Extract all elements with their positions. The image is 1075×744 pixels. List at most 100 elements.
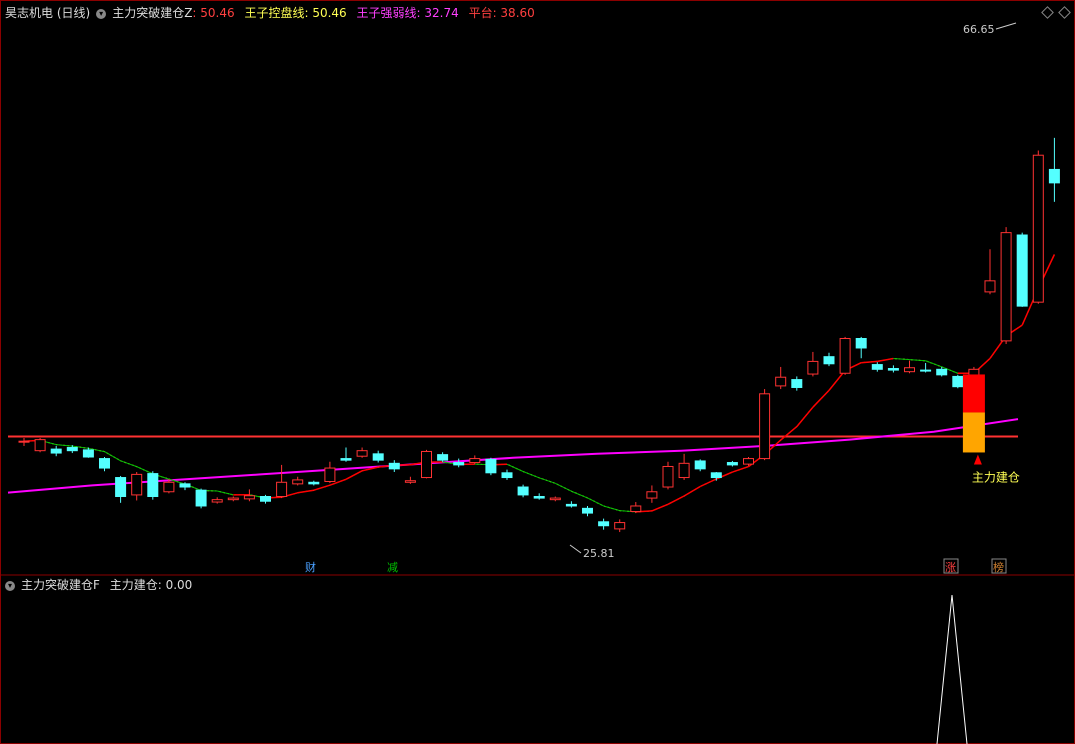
candle-body	[50, 448, 62, 454]
candle-body	[1000, 232, 1012, 342]
candle-body	[517, 486, 529, 496]
control-line-rising	[313, 484, 331, 491]
candle-body	[1032, 154, 1044, 303]
control-line-falling	[555, 482, 572, 492]
candle-body	[453, 462, 465, 466]
control-line-falling	[522, 471, 540, 479]
control-line-rising	[667, 495, 685, 505]
event-marker: 涨	[945, 561, 956, 574]
control-line-rising	[345, 470, 363, 480]
control-line-rising	[683, 485, 701, 497]
candle-body	[82, 449, 94, 458]
control-line-falling	[587, 497, 604, 507]
candle-body	[18, 440, 30, 443]
candle-body	[276, 481, 288, 497]
control-line-falling	[136, 466, 154, 475]
candle-body	[678, 462, 690, 479]
control-line-rising	[732, 465, 749, 473]
candle-body	[501, 472, 513, 479]
control-line-falling	[571, 490, 588, 499]
candle-body	[871, 364, 883, 370]
control-line-rising	[780, 426, 798, 441]
candle-body	[179, 483, 191, 488]
candle-body	[66, 447, 78, 452]
candle-body	[646, 491, 658, 499]
candle-body	[952, 375, 964, 388]
sub-indicator-value: 主力建仓: 0.00	[109, 578, 193, 592]
candle-body	[887, 368, 899, 371]
candle-body	[694, 460, 706, 470]
candle-body	[726, 462, 738, 466]
candle-body	[372, 453, 384, 461]
candle-body	[115, 477, 127, 498]
signal-bar-orange	[962, 412, 985, 453]
strength-line	[7, 418, 1019, 494]
control-line-falling	[539, 477, 556, 484]
candle-body	[356, 450, 368, 457]
sub-signal-spike	[936, 594, 968, 744]
candle-body	[565, 503, 577, 507]
candle-body	[1048, 168, 1060, 184]
candle-body	[855, 338, 867, 349]
candle-body	[662, 465, 674, 488]
candle-body	[324, 467, 336, 482]
control-line-falling	[217, 490, 234, 496]
candle-body	[807, 360, 819, 375]
event-marker: 减	[387, 561, 398, 574]
candle-body	[388, 462, 400, 470]
control-line-falling	[603, 505, 620, 512]
control-line-rising	[699, 478, 717, 488]
candle-body	[195, 489, 207, 507]
control-line-rising	[651, 503, 669, 512]
candle-body	[533, 496, 545, 499]
candle-body	[340, 458, 352, 461]
candle-body	[823, 356, 835, 365]
control-line	[23, 254, 1055, 513]
event-marker: 财	[305, 560, 316, 574]
control-line-rising	[297, 489, 314, 494]
sub-header: ▾ 主力突破建仓F 主力建仓: 0.00	[5, 577, 198, 593]
candle-body	[743, 458, 754, 465]
arrow-up-icon	[973, 454, 982, 465]
candle-body	[549, 497, 561, 501]
low-label: 25.81	[583, 547, 615, 560]
candle-body	[260, 496, 271, 502]
candle-body	[292, 479, 304, 485]
candle-body	[839, 338, 851, 374]
signal-text: 主力建仓	[972, 470, 1020, 484]
control-line-rising	[796, 406, 814, 428]
candle-body	[630, 505, 642, 513]
low-pointer	[569, 544, 582, 554]
candle-body	[131, 473, 143, 496]
candle-body	[211, 499, 223, 503]
candle-body	[614, 522, 626, 530]
candle-body	[598, 521, 610, 527]
candlestick-chart[interactable]: 主力建仓 66.65 25.81 财 减 涨 榜	[0, 0, 1075, 744]
sub-indicator-name[interactable]: 主力突破建仓F	[21, 578, 100, 592]
candle-body	[582, 507, 593, 514]
control-line-falling	[893, 358, 910, 361]
candle-body	[984, 280, 996, 293]
candle-body	[308, 481, 320, 485]
high-label: 66.65	[963, 23, 995, 36]
candle-body	[904, 367, 915, 373]
candle-body	[936, 368, 948, 376]
candle-body	[147, 473, 159, 497]
candle-body	[421, 450, 432, 479]
candle-body	[791, 379, 803, 388]
candle-body	[920, 369, 932, 372]
signal-bar-red	[962, 374, 985, 413]
candle-body	[775, 376, 787, 387]
candle-body	[710, 472, 722, 479]
control-line-rising	[877, 357, 894, 363]
candle-body	[1016, 234, 1028, 307]
candle-body	[227, 497, 239, 501]
candle-body	[404, 480, 416, 483]
control-line-falling	[120, 460, 137, 468]
candle-body	[243, 495, 255, 500]
event-marker: 榜	[993, 560, 1004, 574]
chevron-down-icon[interactable]: ▾	[5, 580, 15, 591]
control-line-rising	[812, 389, 830, 408]
control-line-falling	[506, 463, 524, 472]
control-line-rising	[861, 360, 878, 364]
